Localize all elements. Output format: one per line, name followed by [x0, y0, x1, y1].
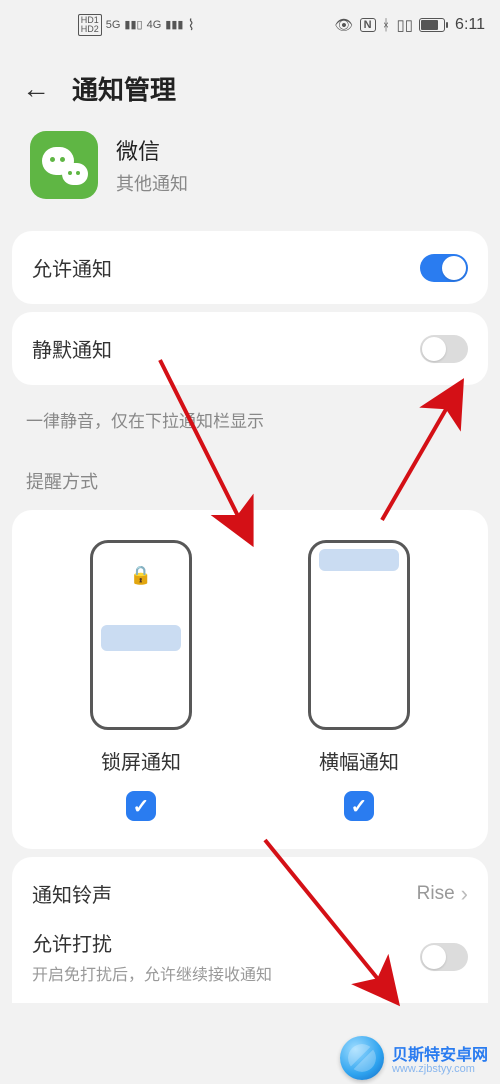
net1: 5G: [106, 20, 121, 31]
allow-notif-card: 允许通知: [12, 231, 488, 304]
wechat-icon: [30, 131, 98, 199]
allow-notif-toggle[interactable]: [420, 254, 468, 282]
method-banner[interactable]: 横幅通知 ✓: [308, 540, 410, 821]
disturb-toggle[interactable]: [420, 943, 468, 971]
vibrate-icon: ▯▯: [397, 16, 414, 34]
phone-banner-icon: [308, 540, 410, 730]
clock: 6:11: [455, 16, 485, 34]
page-header: ← 通知管理: [0, 50, 500, 125]
phone-lockscreen-icon: 🔒: [90, 540, 192, 730]
watermark-url: www.zjbstyy.com: [392, 1063, 488, 1075]
ringtone-value: Rise: [417, 883, 455, 905]
page-title: 通知管理: [72, 70, 176, 107]
back-arrow-icon[interactable]: ←: [22, 73, 50, 105]
methods-title: 提醒方式: [0, 452, 500, 502]
wifi-icon: ⌇: [187, 18, 194, 33]
app-name: 微信: [116, 134, 188, 166]
watermark: 贝斯特安卓网 www.zjbstyy.com: [340, 1036, 488, 1080]
disturb-row: 允许打扰 开启免打扰后，允许继续接收通知: [32, 928, 468, 985]
ringtone-row[interactable]: 通知铃声 Rise ›: [32, 879, 468, 908]
signal1-icon: ▮▮▯: [124, 20, 142, 31]
silent-notif-label: 静默通知: [32, 334, 112, 363]
methods-card: 🔒 锁屏通知 ✓ 横幅通知 ✓: [12, 510, 488, 849]
status-right: 👁 N ᚼ ▯▯ 6:11: [253, 16, 486, 34]
battery-icon: [419, 18, 445, 32]
lockscreen-checkbox[interactable]: ✓: [126, 791, 156, 821]
ringtone-card: 通知铃声 Rise › 允许打扰 开启免打扰后，允许继续接收通知: [12, 857, 488, 1003]
silent-notif-card: 静默通知: [12, 312, 488, 385]
eye-icon: 👁: [335, 16, 354, 34]
app-info-row: 微信 其他通知: [0, 125, 500, 223]
watermark-brand: 贝斯特安卓网: [392, 1047, 488, 1064]
chevron-right-icon: ›: [461, 881, 468, 907]
hd2-indicator: HD2: [81, 25, 99, 34]
nfc-icon: N: [360, 18, 376, 32]
status-bar: HD1 HD2 5G ▮▮▯ 4G ▮▮▮ ⌇ 👁 N ᚼ ▯▯ 6:11: [0, 0, 500, 50]
lock-icon: 🔒: [130, 565, 152, 586]
method-lockscreen[interactable]: 🔒 锁屏通知 ✓: [90, 540, 192, 821]
disturb-label: 允许打扰: [32, 928, 272, 957]
banner-checkbox[interactable]: ✓: [344, 791, 374, 821]
ringtone-label: 通知铃声: [32, 879, 112, 908]
banner-label: 横幅通知: [319, 746, 399, 775]
allow-notif-label: 允许通知: [32, 253, 112, 282]
net2: 4G: [147, 20, 162, 31]
silent-notif-toggle[interactable]: [420, 335, 468, 363]
watermark-globe-icon: [340, 1036, 384, 1080]
disturb-sub: 开启免打扰后，允许继续接收通知: [32, 961, 272, 985]
signal2-icon: ▮▮▮: [165, 20, 183, 31]
lockscreen-label: 锁屏通知: [101, 746, 181, 775]
app-subtitle: 其他通知: [116, 170, 188, 196]
silent-hint: 一律静音，仅在下拉通知栏显示: [0, 393, 500, 452]
bluetooth-icon: ᚼ: [382, 17, 391, 34]
status-left: HD1 HD2 5G ▮▮▯ 4G ▮▮▮ ⌇: [20, 14, 253, 36]
